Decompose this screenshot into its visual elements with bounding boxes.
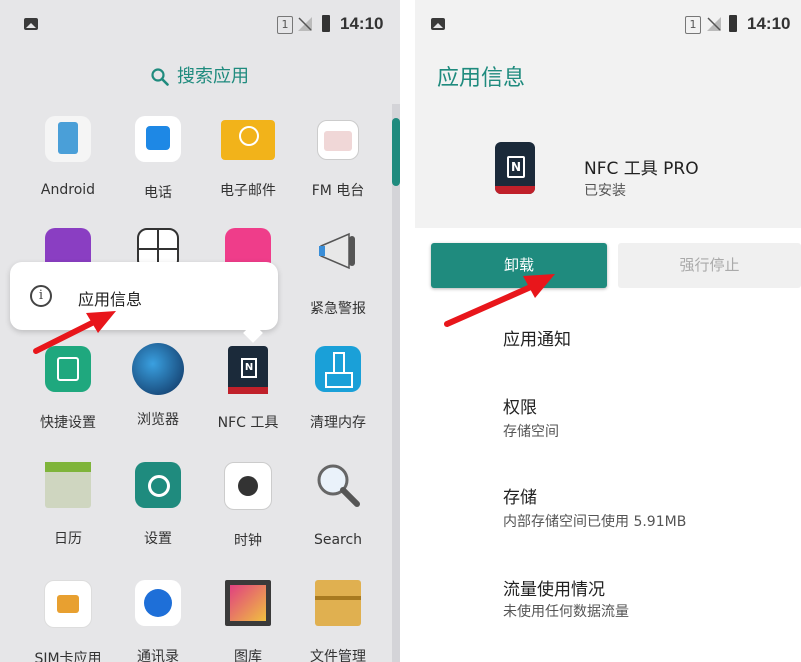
app-info-screen: 1 14:10 应用信息 N NFC 工具 PRO 已安装 卸载 强行停止 应用… [415,0,801,662]
row-subtitle: 内部存储空间已使用 5.91MB [503,514,687,530]
file-manager-icon [315,580,361,626]
app-browser[interactable]: 浏览器 [114,343,202,429]
calendar-icon [45,462,91,508]
phone-icon [135,116,181,162]
app-label: FM 电台 [311,183,365,199]
app-clock[interactable]: 时钟 [204,462,292,550]
app-label: 时钟 [234,533,262,549]
app-label: 清理内存 [310,415,366,431]
app-emergency-alerts[interactable]: 紧急警报 [294,228,382,318]
search-apps-label: 搜索应用 [177,66,249,87]
app-label: 通讯录 [137,649,179,662]
row-title: 流量使用情况 [503,580,605,600]
info-icon: i [30,285,52,307]
email-icon [221,120,275,160]
globe-icon [132,343,184,395]
app-clean-memory[interactable]: 清理内存 [294,346,382,432]
app-calendar[interactable]: 日历 [24,462,112,548]
status-time: 14:10 [747,14,791,33]
broom-icon [315,346,361,392]
app-fm-radio[interactable]: FM 电台 [294,116,382,200]
app-sim-toolkit[interactable]: SIM卡应用 [24,580,112,662]
scrollbar-thumb[interactable] [392,118,400,186]
popup-tail [243,323,263,343]
row-subtitle: 存储空间 [503,424,559,440]
app-label: 浏览器 [137,412,179,428]
contacts-icon [135,580,181,626]
app-quick-settings[interactable]: 快捷设置 [24,346,112,432]
sim-icon: 1 [685,16,701,34]
clock-icon [224,462,272,510]
app-gallery[interactable]: 图库 [204,580,292,662]
app-list-scrollbar[interactable] [392,104,400,662]
app-file-manager[interactable]: 文件管理 [294,580,382,662]
app-label: 快捷设置 [40,415,96,431]
app-nfc-tools[interactable]: N NFC 工具 [204,346,292,432]
app-label: SIM卡应用 [34,651,102,662]
status-bar: 1 14:10 [415,0,801,50]
keyboard-icon [45,116,91,162]
row-title: 权限 [503,398,537,418]
status-time: 14:10 [340,14,384,33]
app-label: Search [313,532,363,548]
sim-icon: 1 [277,16,293,34]
app-email[interactable]: 电子邮件 [204,116,292,200]
app-label: 电子邮件 [220,183,276,199]
gallery-notification-icon [431,18,445,30]
gallery-notification-icon [24,18,38,30]
page-title: 应用信息 [437,66,526,91]
app-phone[interactable]: 电话 [114,116,202,202]
nfc-tools-icon: N [228,346,268,394]
app-android-keyboard[interactable]: Android [24,116,112,198]
app-install-status: 已安装 [584,183,626,199]
search-apps-button[interactable]: 搜索应用 [0,62,400,88]
app-label: 文件管理 [310,649,366,662]
status-bar: 1 14:10 [0,0,400,50]
sim-app-icon [44,580,92,628]
app-label: 紧急警报 [310,301,366,317]
annotation-arrow [33,311,116,354]
app-drawer-screen: 1 14:10 搜索应用 Android 电话 电子邮件 FM 电台 紧急警报 … [0,0,400,662]
megaphone-icon [319,232,355,270]
search-icon [151,68,169,86]
settings-gear-icon [135,462,181,508]
no-signal-icon [298,17,312,31]
no-signal-icon [707,17,721,31]
row-subtitle: 未使用任何数据流量 [503,604,629,620]
battery-icon [729,15,737,32]
nfc-tools-app-icon: N [495,142,535,194]
annotation-arrow [444,274,555,327]
app-label: 电话 [144,185,172,201]
radio-icon [317,120,359,160]
app-settings[interactable]: 设置 [114,462,202,548]
app-name: NFC 工具 PRO [584,159,699,179]
app-contacts[interactable]: 通讯录 [114,580,202,662]
row-title: 存储 [503,488,537,508]
magnifier-icon [317,464,360,507]
app-label: Android [40,182,96,198]
app-search[interactable]: Search [294,462,382,548]
app-label: NFC 工具 [217,415,279,431]
app-label: 设置 [144,531,172,547]
app-label: 图库 [234,649,262,662]
battery-icon [322,15,330,32]
gallery-icon [225,580,271,626]
app-label: 日历 [54,531,82,547]
force-stop-button[interactable]: 强行停止 [618,243,801,288]
